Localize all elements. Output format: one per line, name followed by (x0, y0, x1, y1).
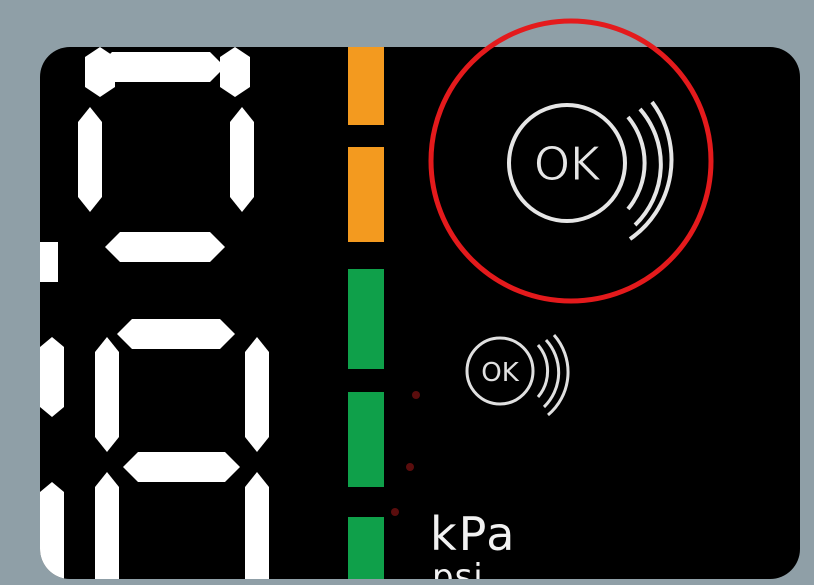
digit-top-seg-g (105, 232, 225, 262)
level-bar-1 (348, 47, 384, 125)
dashboard-display: OK OK kPa psi (40, 47, 800, 579)
level-bar-5 (348, 517, 384, 579)
digit-bottom-seg-g (123, 452, 240, 482)
unit-secondary-label: psi (432, 557, 484, 579)
digit-left-partial (40, 242, 58, 282)
digit-bottom-seg-e (95, 472, 119, 579)
digit-top-seg-a2 (85, 47, 115, 97)
level-bar-4 (348, 392, 384, 487)
digit-bottom-seg-a (117, 319, 235, 349)
seven-segment-digits (40, 47, 269, 579)
digit-top-seg-b2 (220, 47, 250, 97)
tpms-ok-small-label: OK (481, 358, 519, 388)
digit-top-seg-b (230, 107, 254, 212)
level-bar-3 (348, 269, 384, 369)
pointer-marks (391, 391, 420, 516)
digit-bottom-seg-b (245, 337, 269, 452)
display-graphics: OK OK (40, 47, 674, 579)
digit-left-partial-3 (40, 482, 64, 579)
digit-top-seg-a (97, 52, 225, 82)
digit-bottom-seg-c (245, 472, 269, 579)
level-bar-2 (348, 147, 384, 242)
unit-primary-label: kPa (430, 507, 517, 561)
digit-top-seg-f (78, 107, 102, 212)
tpms-ok-large-label: OK (534, 137, 602, 191)
level-bars (348, 47, 384, 579)
digit-left-partial-2 (40, 337, 64, 417)
digit-bottom-seg-f (95, 337, 119, 452)
